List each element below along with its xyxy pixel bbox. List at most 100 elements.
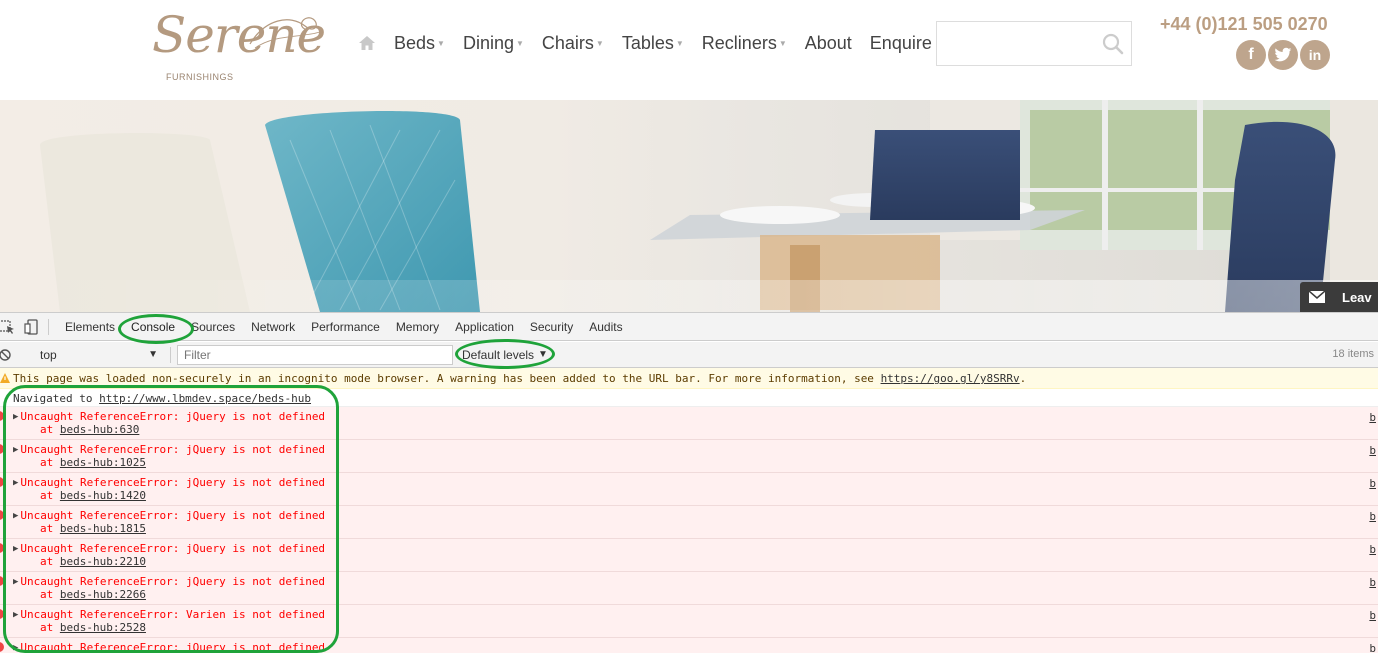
context-value: top — [40, 347, 57, 362]
tab-security[interactable]: Security — [522, 313, 581, 341]
tab-network[interactable]: Network — [243, 313, 303, 341]
error-message: ▶ Uncaught ReferenceError: jQuery is not … — [0, 572, 1378, 605]
tab-application[interactable]: Application — [447, 313, 522, 341]
nav-item-tables[interactable]: Tables ▼ — [622, 33, 684, 54]
error-icon — [0, 543, 4, 553]
expand-triangle-icon[interactable]: ▶ — [13, 412, 18, 422]
error-source-ref[interactable]: b — [1369, 510, 1376, 523]
nav-item-label: Chairs — [541, 32, 594, 53]
expand-triangle-icon[interactable]: ▶ — [13, 544, 18, 554]
nav-item-label: Dining — [462, 32, 514, 53]
expand-triangle-icon[interactable]: ▶ — [13, 445, 18, 455]
error-source-ref[interactable]: b — [1369, 543, 1376, 556]
chevron-down-icon: ▼ — [538, 349, 548, 360]
nav-item-label: Tables — [621, 32, 674, 53]
site-header: Serene FURNISHINGS Beds ▼ Dining ▼ Chairs ▼ Ta… — [0, 0, 1378, 100]
devtools-panel: Elements Console Sources Network Performance… — [0, 312, 1378, 653]
error-icon — [0, 576, 4, 586]
error-source-link[interactable]: beds-hub:2266 — [60, 588, 146, 601]
caret-down-icon: ▼ — [675, 38, 684, 48]
expand-triangle-icon[interactable]: ▶ — [13, 577, 18, 587]
nav-item-label: About — [804, 32, 852, 53]
feedback-label: Leav — [1342, 289, 1372, 305]
device-toolbar-icon[interactable] — [24, 318, 40, 335]
tab-memory[interactable]: Memory — [388, 313, 447, 341]
error-list: ▶ Uncaught ReferenceError: jQuery is not … — [0, 407, 1378, 653]
toolbar-separator — [170, 346, 171, 363]
inspect-element-icon[interactable] — [0, 319, 16, 335]
error-source-link[interactable]: beds-hub:1815 — [60, 522, 146, 535]
nav-item-label: Enquire — [869, 32, 932, 53]
error-icon — [0, 510, 4, 520]
search-box[interactable] — [936, 21, 1132, 66]
error-source-link[interactable]: beds-hub:2210 — [60, 555, 146, 568]
error-source-ref[interactable]: b — [1369, 642, 1376, 653]
search-icon[interactable] — [1101, 32, 1125, 56]
serene-logo[interactable]: Serene FURNISHINGS — [150, 4, 330, 84]
twitter-icon[interactable] — [1268, 40, 1298, 70]
warning-icon — [0, 373, 10, 383]
error-source-link[interactable]: beds-hub:630 — [60, 423, 139, 436]
log-levels-label: Default levels — [462, 347, 535, 362]
error-source-link[interactable]: beds-hub:1420 — [60, 489, 146, 502]
nav-item-enquire[interactable]: Enquire — [870, 33, 932, 54]
facebook-icon[interactable]: f — [1236, 40, 1266, 70]
error-text: Uncaught ReferenceError: Varien is not d… — [20, 608, 326, 621]
linkedin-icon[interactable]: in — [1300, 40, 1330, 70]
error-icon — [0, 609, 4, 619]
social-links: f in — [1236, 40, 1330, 70]
error-text: Uncaught ReferenceError: jQuery is not d… — [20, 575, 326, 588]
expand-triangle-icon[interactable]: ▶ — [13, 643, 18, 653]
logo-subtitle: FURNISHINGS — [166, 72, 234, 82]
feedback-tab[interactable]: Leav — [1300, 282, 1378, 312]
context-select[interactable]: top ▼ — [22, 345, 162, 365]
home-icon[interactable] — [358, 34, 376, 52]
error-text: Uncaught ReferenceError: jQuery is not d… — [20, 509, 326, 522]
phone-number[interactable]: +44 (0)121 505 0270 — [1160, 14, 1328, 35]
caret-down-icon: ▼ — [515, 38, 524, 48]
nav-item-beds[interactable]: Beds ▼ — [394, 33, 445, 54]
nav-item-about[interactable]: About — [805, 33, 852, 54]
error-text: Uncaught ReferenceError: jQuery is not d… — [20, 641, 326, 653]
tab-elements[interactable]: Elements — [57, 313, 123, 341]
log-levels-select[interactable]: Default levels ▼ — [462, 345, 548, 365]
error-source-ref[interactable]: b — [1369, 477, 1376, 490]
error-source-ref[interactable]: b — [1369, 411, 1376, 424]
warning-text: This page was loaded non-securely in an … — [13, 372, 881, 385]
error-source-ref[interactable]: b — [1369, 576, 1376, 589]
error-text: Uncaught ReferenceError: jQuery is not d… — [20, 542, 326, 555]
tab-sources[interactable]: Sources — [183, 313, 243, 341]
chevron-down-icon: ▼ — [148, 349, 158, 360]
warning-link[interactable]: https://goo.gl/y8SRRv — [881, 372, 1020, 385]
error-source-ref[interactable]: b — [1369, 444, 1376, 457]
twitter-bird-icon — [1274, 47, 1292, 62]
caret-down-icon: ▼ — [595, 38, 604, 48]
warning-message: This page was loaded non-securely in an … — [0, 368, 1378, 389]
expand-triangle-icon[interactable]: ▶ — [13, 610, 18, 620]
error-message: ▶ Uncaught ReferenceError: jQuery is not … — [0, 407, 1378, 440]
nav-items: Beds ▼ Dining ▼ Chairs ▼ Tables ▼ Recliners ▼ Abou… — [394, 33, 950, 54]
error-source-link[interactable]: beds-hub:2528 — [60, 621, 146, 634]
console-filter-input[interactable] — [177, 344, 453, 365]
search-input[interactable] — [937, 22, 1097, 65]
expand-triangle-icon[interactable]: ▶ — [13, 511, 18, 521]
error-icon — [0, 444, 4, 454]
nav-item-label: Beds — [394, 32, 436, 53]
error-source-link[interactable]: beds-hub:1025 — [60, 456, 146, 469]
nav-item-chairs[interactable]: Chairs ▼ — [542, 33, 604, 54]
clear-console-icon[interactable] — [0, 348, 14, 362]
nav-item-recliners[interactable]: Recliners ▼ — [702, 33, 787, 54]
logo-text: Serene — [152, 6, 326, 64]
console-toolbar: top ▼ Default levels ▼ 18 items — [0, 342, 1378, 368]
tab-performance[interactable]: Performance — [303, 313, 388, 341]
navigated-message: Navigated to http://www.lbmdev.space/bed… — [0, 389, 1378, 407]
nav-item-dining[interactable]: Dining ▼ — [463, 33, 524, 54]
tab-separator — [48, 318, 49, 335]
error-source-ref[interactable]: b — [1369, 609, 1376, 622]
expand-triangle-icon[interactable]: ▶ — [13, 478, 18, 488]
devtools-tab-bar: Elements Console Sources Network Performance… — [0, 313, 1378, 341]
main-nav: Beds ▼ Dining ▼ Chairs ▼ Tables ▼ Recliners ▼ Abou… — [358, 30, 950, 56]
tab-audits[interactable]: Audits — [581, 313, 630, 341]
navigated-url[interactable]: http://www.lbmdev.space/beds-hub — [99, 392, 311, 405]
tab-console[interactable]: Console — [123, 313, 183, 341]
